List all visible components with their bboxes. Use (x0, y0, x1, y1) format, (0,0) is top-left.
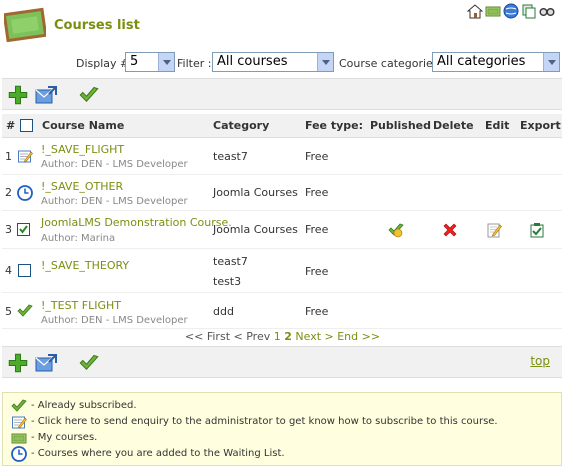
filter-label: Filter : (177, 57, 212, 70)
course-category: Joomla Courses (213, 186, 298, 199)
legend-text: - Already subscribed. (31, 400, 137, 411)
categories-label: Course categories: (339, 57, 443, 70)
row-number: 5 (5, 305, 12, 318)
filter-bar: Display # 5 Filter : All courses Course … (0, 52, 565, 74)
table-row: 1 !_SAVE_FLIGHT Author: DEN - LMS Develo… (2, 139, 562, 175)
published-header: Published (370, 119, 432, 132)
icon-legend: - Already subscribed. - Click here to se… (2, 392, 562, 466)
copy-icon[interactable] (521, 3, 537, 19)
pager-end[interactable]: End >> (337, 330, 380, 343)
table-row: 5 !_TEST FLIGHT Author: DEN - LMS Develo… (2, 293, 562, 329)
bottom-toolbar: top (2, 346, 562, 378)
course-author: Author: DEN - LMS Developer (41, 196, 188, 207)
display-label: Display # (76, 57, 130, 70)
add-icon[interactable] (8, 353, 30, 373)
add-icon[interactable] (8, 85, 30, 105)
edit-icon[interactable] (486, 222, 502, 238)
top-icon-bar (466, 3, 555, 19)
course-fee: Free (305, 223, 329, 236)
row-checkbox[interactable] (18, 264, 31, 277)
course-name-header: Course Name (42, 119, 125, 132)
course-fee: Free (305, 265, 329, 278)
course-name-link[interactable]: JoomlaLMS Demonstration Course. (41, 216, 232, 229)
delete-icon[interactable] (442, 222, 458, 238)
page-header: Courses list (0, 0, 565, 50)
blackboard-icon (4, 7, 46, 42)
course-fee: Free (305, 186, 329, 199)
row-checkbox-checked[interactable] (17, 223, 30, 236)
course-fee: Free (305, 305, 329, 318)
pager-next[interactable]: Next > (295, 330, 333, 343)
select-all-checkbox[interactable] (20, 119, 33, 132)
check-mark-icon (19, 225, 28, 234)
pager-page-1[interactable]: 1 (274, 330, 281, 343)
course-category-secondary: test3 (213, 275, 242, 288)
pager-prev[interactable]: < Prev (234, 330, 271, 343)
table-header: # Course Name Category Fee type: Publish… (2, 114, 562, 138)
pagination: << First < Prev 1 2 Next > End >> (0, 330, 565, 343)
course-author: Author: DEN - LMS Developer (41, 315, 188, 326)
course-name-link[interactable]: !_SAVE_THEORY (41, 259, 129, 272)
table-row: 3 JoomlaLMS Demonstration Course. Author… (2, 211, 562, 249)
display-select-value: 5 (130, 54, 139, 69)
categories-select[interactable]: All categories (432, 52, 560, 72)
chevron-down-icon[interactable] (317, 53, 333, 71)
export-header: Export (520, 119, 561, 132)
send-icon[interactable] (35, 85, 57, 105)
categories-select-value: All categories (437, 54, 526, 69)
filter-select-value: All courses (217, 54, 288, 69)
chevron-down-icon[interactable] (158, 53, 174, 71)
published-icon[interactable] (388, 222, 404, 238)
export-icon[interactable] (529, 222, 545, 238)
display-select[interactable]: 5 (125, 52, 175, 72)
globe-icon[interactable] (503, 3, 519, 19)
pager-page-2: 2 (284, 330, 292, 343)
legend-text: - Courses where you are added to the Wai… (31, 448, 285, 459)
money-icon (11, 430, 27, 446)
course-category: teast7 (213, 255, 248, 268)
legend-text: - Click here to send enquiry to the admi… (31, 416, 498, 427)
money-icon[interactable] (485, 3, 501, 19)
page-title: Courses list (54, 18, 140, 33)
check-icon[interactable] (78, 85, 100, 105)
table-row: 2 !_SAVE_OTHER Author: DEN - LMS Develop… (2, 175, 562, 211)
course-author: Author: Marina (41, 233, 116, 244)
clock-icon (17, 185, 33, 201)
top-toolbar (2, 78, 562, 110)
send-icon[interactable] (35, 353, 57, 373)
course-category: teast7 (213, 150, 248, 163)
course-name-link[interactable]: !_SAVE_FLIGHT (41, 143, 124, 156)
enquiry-icon[interactable] (17, 148, 33, 164)
filter-select[interactable]: All courses (212, 52, 334, 72)
row-number: 1 (5, 150, 12, 163)
pager-first[interactable]: << First (185, 330, 230, 343)
course-category: Joomla Courses (213, 223, 298, 236)
check-icon (11, 398, 27, 414)
course-author: Author: DEN - LMS Developer (41, 159, 188, 170)
delete-header: Delete (433, 119, 474, 132)
fee-type-header: Fee type: (305, 119, 363, 132)
row-number: 3 (5, 223, 12, 236)
course-name-link[interactable]: !_TEST FLIGHT (41, 299, 121, 312)
chevron-down-icon[interactable] (543, 53, 559, 71)
top-link[interactable]: top (530, 354, 550, 368)
enquiry-icon (11, 414, 27, 430)
table-row: 4 !_SAVE_THEORY teast7 test3 Free (2, 249, 562, 293)
check-icon (17, 303, 33, 319)
check-icon[interactable] (78, 353, 100, 373)
home-icon[interactable] (466, 3, 484, 19)
row-number: 4 (5, 264, 12, 277)
clock-icon (11, 446, 27, 462)
category-header: Category (213, 119, 270, 132)
course-category: ddd (213, 305, 234, 318)
course-name-link[interactable]: !_SAVE_OTHER (41, 180, 123, 193)
legend-text: - My courses. (31, 432, 98, 443)
hash-header: # (6, 119, 16, 132)
edit-header: Edit (485, 119, 510, 132)
row-number: 2 (5, 186, 12, 199)
course-fee: Free (305, 150, 329, 163)
glasses-icon[interactable] (539, 3, 555, 19)
